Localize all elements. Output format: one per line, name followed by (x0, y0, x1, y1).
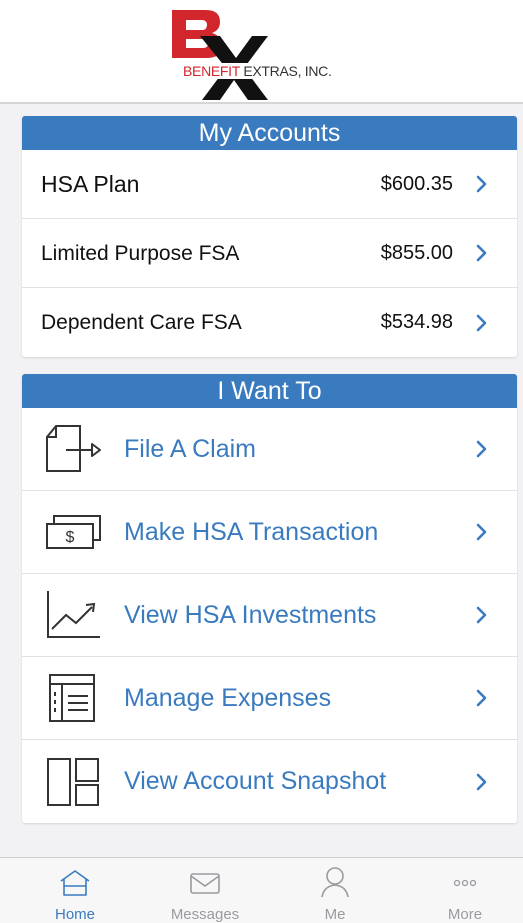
account-name: HSA Plan (41, 171, 140, 197)
action-label: View HSA Investments (124, 601, 377, 629)
i-want-to-card: I Want To File A Claim $ Make HSA Transa… (22, 374, 517, 823)
account-balance: $855.00 (380, 242, 453, 264)
company-name: BENEFIT EXTRAS, INC. (180, 63, 335, 79)
company-name-red: BENEFIT (183, 63, 240, 79)
envelope-icon (190, 873, 220, 894)
account-name: Limited Purpose FSA (41, 242, 240, 265)
benefit-extras-logo: BENEFIT EXTRAS, INC. (170, 6, 380, 100)
expense-list-icon (49, 674, 95, 722)
chevron-right-icon (476, 314, 487, 331)
tab-more[interactable]: More (400, 858, 523, 923)
chevron-right-icon (476, 689, 487, 707)
action-label: Make HSA Transaction (124, 518, 379, 546)
svg-text:$: $ (66, 529, 75, 546)
line-chart-icon (47, 591, 100, 638)
tab-messages[interactable]: Messages (140, 858, 270, 923)
account-row-dependent-care-fsa[interactable]: Dependent Care FSA $534.98 (22, 288, 517, 357)
account-name: Dependent Care FSA (41, 311, 242, 334)
my-accounts-header: My Accounts (22, 116, 517, 150)
tab-label: Messages (170, 906, 240, 923)
chevron-right-icon (476, 440, 487, 458)
company-name-dark: EXTRAS, INC. (239, 63, 332, 79)
action-view-hsa-investments[interactable]: View HSA Investments (22, 574, 517, 657)
action-view-account-snapshot[interactable]: View Account Snapshot (22, 740, 517, 823)
chevron-right-icon (476, 523, 487, 541)
action-make-hsa-transaction[interactable]: $ Make HSA Transaction (22, 491, 517, 574)
tab-label: Me (324, 906, 346, 923)
action-label: View Account Snapshot (124, 767, 387, 795)
file-claim-icon (46, 425, 101, 472)
action-file-a-claim[interactable]: File A Claim (22, 408, 517, 491)
person-icon (321, 867, 349, 898)
account-row-limited-purpose-fsa[interactable]: Limited Purpose FSA $855.00 (22, 219, 517, 288)
my-accounts-card: My Accounts HSA Plan $600.35 Limited Pur… (22, 116, 517, 357)
chevron-right-icon (476, 244, 487, 262)
action-manage-expenses[interactable]: Manage Expenses (22, 657, 517, 740)
account-row-hsa-plan[interactable]: HSA Plan $600.35 (22, 150, 517, 219)
app-header: BENEFIT EXTRAS, INC. (0, 0, 523, 104)
chevron-right-icon (476, 773, 487, 790)
account-balance: $600.35 (380, 173, 453, 195)
tab-label: Home (54, 906, 95, 923)
action-label: Manage Expenses (124, 684, 332, 712)
bottom-tab-bar: Home Messages Me More (0, 857, 523, 923)
chevron-right-icon (476, 175, 487, 193)
action-label: File A Claim (124, 435, 256, 463)
tab-label: More (447, 906, 483, 923)
tab-me[interactable]: Me (270, 858, 400, 923)
account-balance: $534.98 (380, 311, 453, 333)
chevron-right-icon (476, 606, 487, 624)
tab-home[interactable]: Home (10, 858, 140, 923)
more-dots-icon (453, 879, 477, 887)
home-icon (60, 870, 90, 896)
dollar-bill-icon: $ (46, 515, 101, 549)
snapshot-layout-icon (47, 757, 99, 806)
i-want-to-header: I Want To (22, 374, 517, 408)
